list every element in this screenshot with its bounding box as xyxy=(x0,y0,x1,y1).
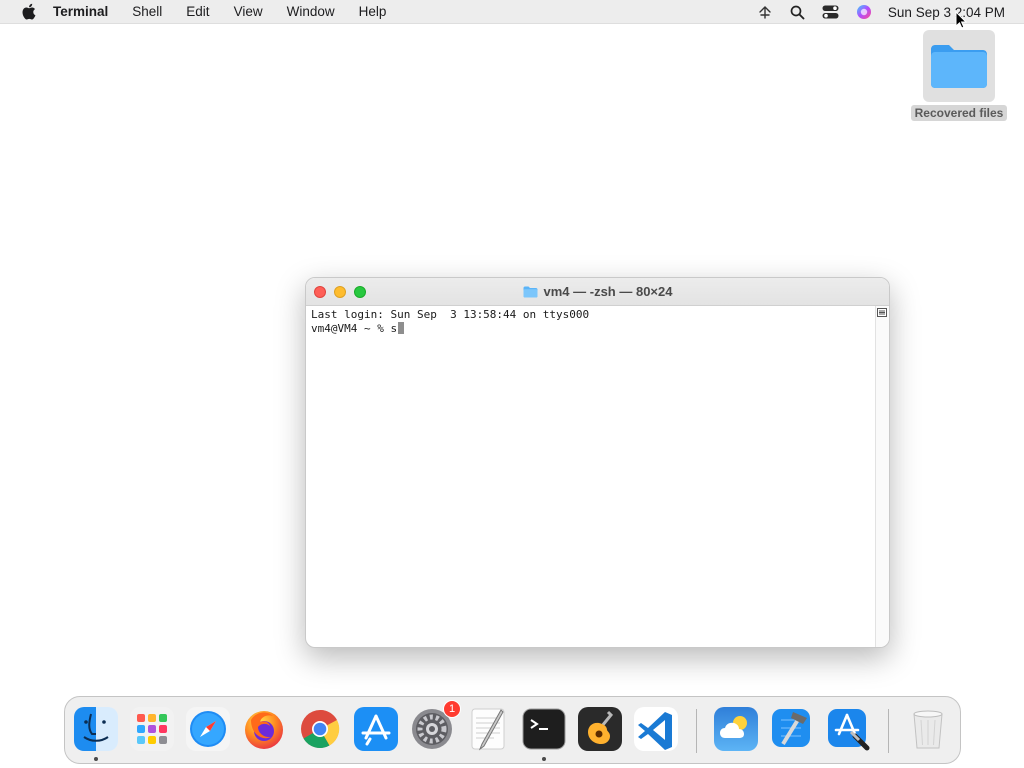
xcode-icon[interactable] xyxy=(769,706,815,752)
menu-clock[interactable]: Sun Sep 3 2:04 PM xyxy=(888,5,1005,20)
notification-badge: 1 xyxy=(443,700,461,718)
network-icon[interactable] xyxy=(754,0,776,24)
desktop-folder-label: Recovered files xyxy=(910,105,1008,121)
folder-icon xyxy=(931,45,987,88)
running-indicator-finder xyxy=(94,757,98,761)
terminal-line-login: Last login: Sun Sep 3 13:58:44 on ttys00… xyxy=(311,308,590,321)
terminal-cursor xyxy=(398,322,405,334)
finder-icon[interactable] xyxy=(73,706,119,752)
menu-view[interactable]: View xyxy=(222,0,275,24)
siri-icon[interactable] xyxy=(853,0,875,24)
folder-icon-wrap xyxy=(923,30,995,102)
desktop-folder-recovered-files[interactable]: Recovered files xyxy=(909,30,1009,122)
menu-shell[interactable]: Shell xyxy=(120,0,174,24)
menu-help[interactable]: Help xyxy=(347,0,399,24)
apple-icon[interactable] xyxy=(17,3,39,20)
trash-icon[interactable] xyxy=(905,706,951,752)
chrome-icon[interactable] xyxy=(297,706,343,752)
terminal-content[interactable]: Last login: Sun Sep 3 13:58:44 on ttys00… xyxy=(306,306,889,647)
terminal-icon[interactable] xyxy=(521,706,567,752)
terminal-prompt-text: vm4@VM4 ~ % s xyxy=(311,322,398,335)
running-indicator-terminal xyxy=(542,757,546,761)
developer-icon[interactable] xyxy=(825,706,871,752)
launchpad-icon[interactable] xyxy=(129,706,175,752)
status-area: Sun Sep 3 2:04 PM xyxy=(754,0,1024,24)
menu-app-terminal[interactable]: Terminal xyxy=(53,0,120,24)
weather-icon[interactable] xyxy=(713,706,759,752)
safari-icon[interactable] xyxy=(185,706,231,752)
terminal-window[interactable]: vm4 — -zsh — 80×24 Last login: Sun Sep 3… xyxy=(305,277,890,648)
system-settings-icon[interactable]: 1 xyxy=(409,700,461,752)
app-store-icon[interactable] xyxy=(353,706,399,752)
zoom-button[interactable] xyxy=(354,286,366,298)
dock-separator xyxy=(888,709,889,753)
garageband-icon[interactable] xyxy=(577,706,623,752)
textedit-icon[interactable] xyxy=(465,706,511,752)
firefox-icon[interactable] xyxy=(241,706,287,752)
close-button[interactable] xyxy=(314,286,326,298)
folder-icon xyxy=(523,286,537,297)
dock-separator xyxy=(696,709,697,753)
control-center-icon[interactable] xyxy=(820,0,842,24)
search-icon[interactable] xyxy=(787,0,809,24)
window-titlebar[interactable]: vm4 — -zsh — 80×24 xyxy=(306,278,889,306)
menu-window[interactable]: Window xyxy=(275,0,347,24)
menu-bar: Terminal Shell Edit View Window Help Sun… xyxy=(0,0,1024,24)
marks-menu-icon[interactable] xyxy=(877,308,887,317)
mouse-cursor-icon xyxy=(955,11,967,29)
window-title: vm4 — -zsh — 80×24 xyxy=(523,284,673,299)
window-title-text: vm4 — -zsh — 80×24 xyxy=(543,284,673,299)
terminal-scrollbar[interactable] xyxy=(875,306,889,647)
traffic-lights xyxy=(314,286,366,298)
menu-edit[interactable]: Edit xyxy=(174,0,221,24)
vscode-icon[interactable] xyxy=(633,706,679,752)
dock: 1 xyxy=(64,696,961,764)
terminal-line-prompt[interactable]: vm4@VM4 ~ % s xyxy=(311,322,884,336)
minimize-button[interactable] xyxy=(334,286,346,298)
